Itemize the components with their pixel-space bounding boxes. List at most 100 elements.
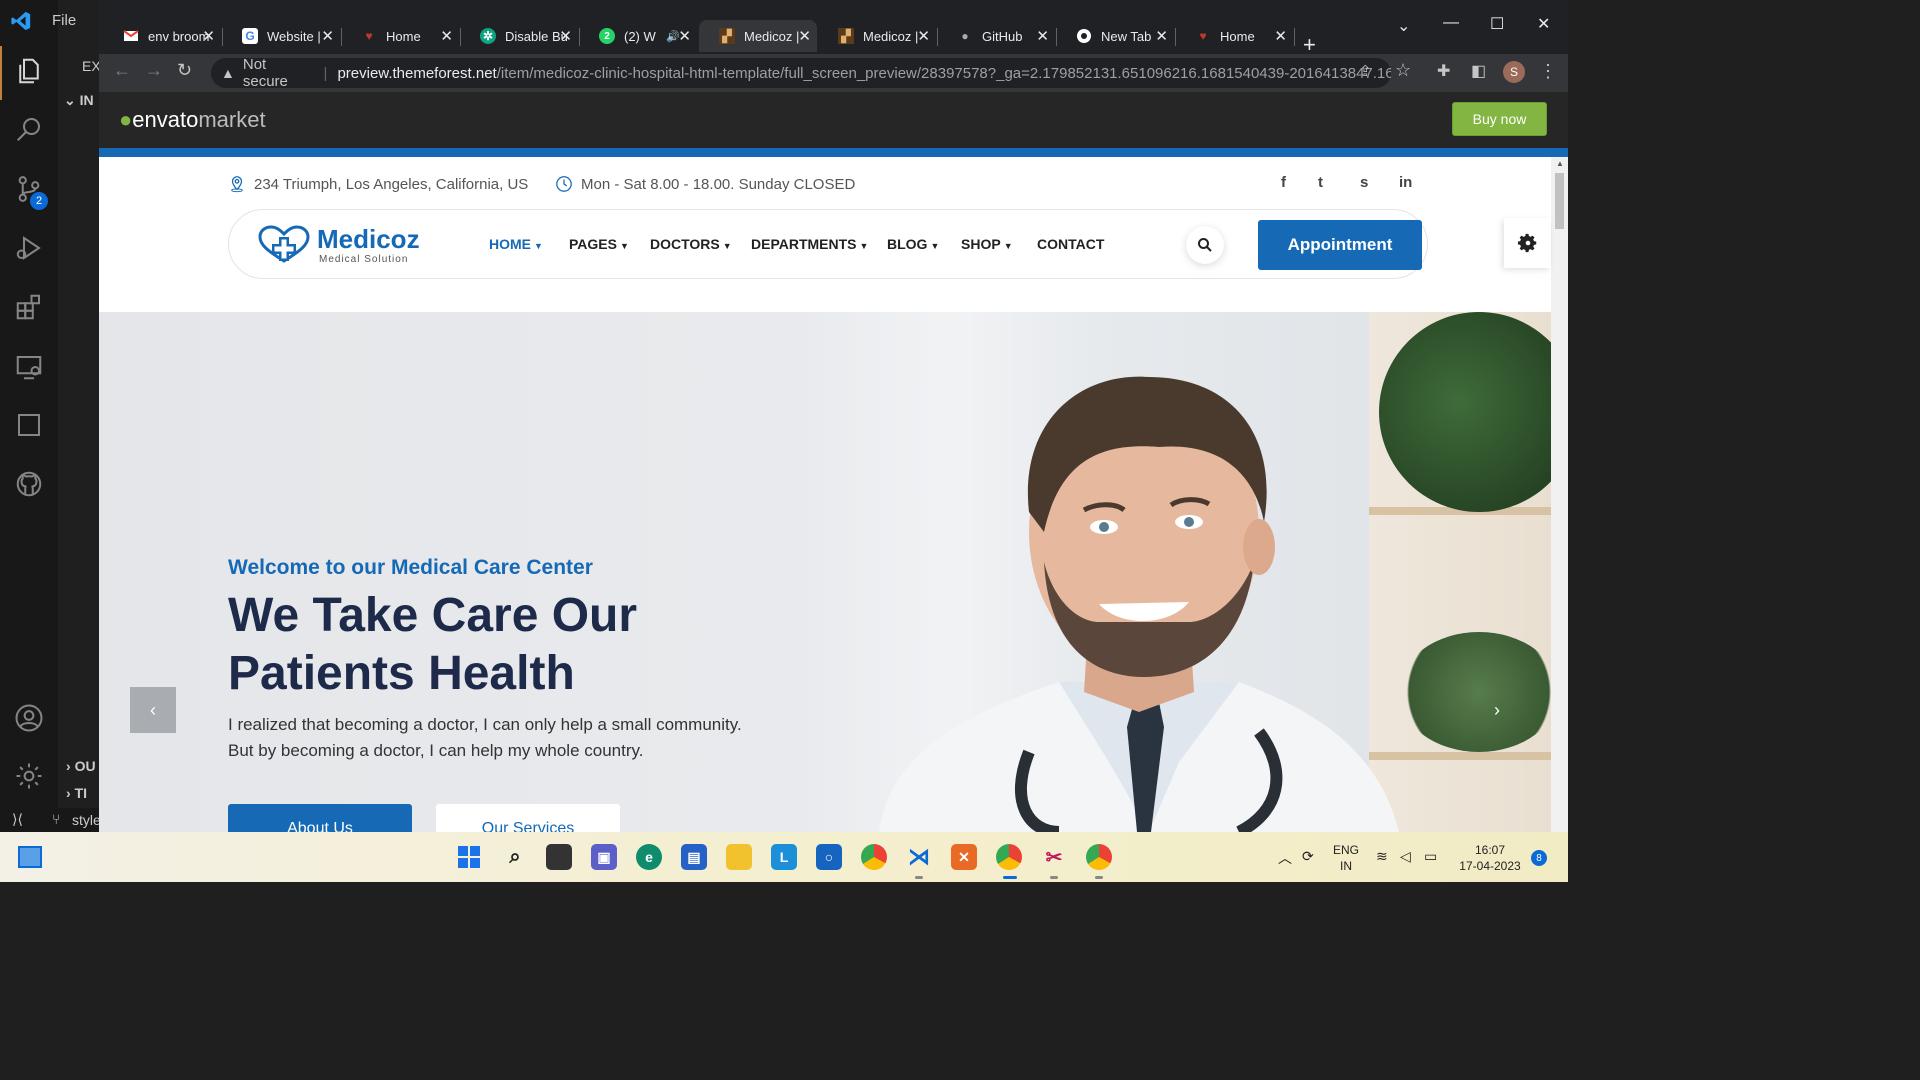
timeline-section-header[interactable]: › TI xyxy=(66,785,87,801)
nav-blog[interactable]: BLOG ▼ xyxy=(887,236,939,252)
chevron-up-icon[interactable]: ︿ xyxy=(1278,848,1292,868)
browser-tab[interactable]: ♥ Home ✕ xyxy=(1175,20,1293,52)
run-debug-icon[interactable] xyxy=(14,233,44,263)
nav-home[interactable]: HOME ▼ xyxy=(489,236,543,252)
search-icon[interactable] xyxy=(14,114,44,144)
back-arrow-icon[interactable]: ← xyxy=(113,60,131,81)
slider-prev-button[interactable]: ‹ xyxy=(130,687,176,733)
scroll-thumb[interactable] xyxy=(1555,173,1564,229)
language-indicator[interactable]: ENG IN xyxy=(1330,842,1362,874)
nav-contact[interactable]: CONTACT xyxy=(1037,236,1104,252)
wifi-icon[interactable]: ≋ xyxy=(1376,848,1388,865)
snipping-tool-icon[interactable]: ✂ xyxy=(1041,844,1067,870)
chrome-profile-icon[interactable] xyxy=(996,844,1022,870)
warning-triangle-icon[interactable]: ▲ xyxy=(221,65,235,81)
remote-explorer-icon[interactable] xyxy=(14,352,44,382)
our-services-button[interactable]: Our Services xyxy=(436,804,620,832)
linkedin-icon[interactable]: in xyxy=(1399,174,1412,191)
twitter-icon[interactable]: t xyxy=(1318,174,1323,191)
clock[interactable]: 16:07 17-04-2023 xyxy=(1452,842,1528,874)
sync-icon[interactable]: ⟳ xyxy=(1302,848,1314,865)
browser-tab[interactable]: G Website | ✕ xyxy=(222,20,340,52)
browser-tab[interactable]: ▞ Medicoz | ✕ xyxy=(818,20,936,52)
share-icon[interactable]: ⇪ xyxy=(1359,62,1372,80)
envato-logo[interactable]: ●envatomarket xyxy=(119,107,266,133)
skype-icon[interactable]: s xyxy=(1360,174,1368,191)
nav-departments[interactable]: DEPARTMENTS ▼ xyxy=(751,236,868,252)
buy-now-button[interactable]: Buy now xyxy=(1452,102,1547,136)
battery-icon[interactable]: ▭ xyxy=(1424,848,1437,865)
maximize-icon[interactable]: ☐ xyxy=(1490,14,1504,34)
teams-chat-icon[interactable]: ▣ xyxy=(591,844,617,870)
windows-start-icon[interactable] xyxy=(456,844,482,870)
about-us-button[interactable]: About Us xyxy=(228,804,412,832)
store-icon[interactable]: ▤ xyxy=(681,844,707,870)
browser-tab-active[interactable]: ▞ Medicoz | ✕ xyxy=(699,20,817,52)
browser-tab[interactable]: ● GitHub ✕ xyxy=(937,20,1055,52)
nav-pages[interactable]: PAGES ▼ xyxy=(569,236,629,252)
close-tab-icon[interactable]: ✕ xyxy=(1274,27,1287,45)
outlook-icon[interactable]: ○ xyxy=(816,844,842,870)
status-branch-name[interactable]: style xyxy=(72,812,101,828)
medicoz-cross-logo-icon[interactable] xyxy=(258,225,310,265)
outline-section-header[interactable]: › OU xyxy=(66,758,96,774)
explorer-icon[interactable] xyxy=(14,56,44,86)
close-tab-icon[interactable]: ✕ xyxy=(1036,27,1049,45)
nav-shop[interactable]: SHOP ▼ xyxy=(961,236,1013,252)
nav-doctors[interactable]: DOCTORS ▼ xyxy=(650,236,732,252)
address-bar[interactable]: ▲ Not secure | preview.themeforest.net /… xyxy=(211,56,1391,90)
close-tab-icon[interactable]: ✕ xyxy=(917,27,930,45)
search-icon[interactable]: ⌕ xyxy=(502,844,528,870)
chrome-icon[interactable] xyxy=(861,844,887,870)
scrollbar[interactable]: ▲ xyxy=(1551,157,1568,832)
reload-icon[interactable]: ↻ xyxy=(177,60,192,81)
extensions-icon[interactable] xyxy=(14,292,44,322)
close-tab-icon[interactable]: ✕ xyxy=(798,27,811,45)
vscode-menu-file[interactable]: File xyxy=(52,12,76,29)
logo-name[interactable]: Medicoz xyxy=(317,224,420,255)
remote-indicator-icon[interactable]: ⟩⟨ xyxy=(12,811,23,828)
explorer-section-header[interactable]: ⌄ IN xyxy=(64,92,94,109)
chrome-profile-icon[interactable] xyxy=(1086,844,1112,870)
security-label[interactable]: Not secure xyxy=(243,56,314,90)
extensions-puzzle-icon[interactable]: ✚ xyxy=(1437,61,1450,81)
profile-avatar[interactable]: S xyxy=(1503,61,1525,83)
volume-icon[interactable]: ◁ xyxy=(1400,848,1411,865)
browser-tab[interactable]: New Tab ✕ xyxy=(1056,20,1174,52)
close-tab-icon[interactable]: ✕ xyxy=(202,27,215,45)
browser-tab[interactable]: ✲ Disable Bu ✕ xyxy=(460,20,578,52)
settings-gear-icon[interactable] xyxy=(14,761,44,791)
vscode-taskbar-icon[interactable]: ⋊ xyxy=(906,844,932,870)
tab-search-chevron-icon[interactable]: ⌄ xyxy=(1397,16,1410,36)
bookmark-star-icon[interactable]: ☆ xyxy=(1395,60,1411,81)
xampp-icon[interactable]: ✕ xyxy=(951,844,977,870)
close-tab-icon[interactable]: ✕ xyxy=(678,27,691,45)
file-explorer-icon[interactable] xyxy=(726,844,752,870)
browser-tab[interactable]: 2 (2) W 🔊 ✕ xyxy=(579,20,697,52)
menu-kebab-icon[interactable]: ⋮ xyxy=(1539,61,1557,82)
task-view-icon[interactable] xyxy=(546,844,572,870)
minimize-icon[interactable]: — xyxy=(1443,14,1459,32)
scroll-up-arrow-icon[interactable]: ▲ xyxy=(1556,159,1564,168)
github-icon[interactable] xyxy=(14,469,44,499)
close-tab-icon[interactable]: ✕ xyxy=(440,27,453,45)
slider-next-button[interactable]: › xyxy=(1474,687,1520,733)
site-search-button[interactable] xyxy=(1186,226,1224,264)
app-l-icon[interactable]: L xyxy=(771,844,797,870)
forward-arrow-icon[interactable]: → xyxy=(145,60,163,81)
facebook-icon[interactable]: f xyxy=(1281,174,1286,191)
browser-tab[interactable]: ♥ Home ✕ xyxy=(341,20,459,52)
account-icon[interactable] xyxy=(14,703,44,733)
square-view-icon[interactable] xyxy=(14,410,44,440)
notification-badge[interactable]: 8 xyxy=(1531,850,1547,866)
settings-panel-toggle[interactable] xyxy=(1504,218,1551,268)
close-tab-icon[interactable]: ✕ xyxy=(559,27,572,45)
appointment-button[interactable]: Appointment xyxy=(1258,220,1422,270)
close-tab-icon[interactable]: ✕ xyxy=(1155,27,1168,45)
side-panel-icon[interactable]: ◧ xyxy=(1471,61,1486,81)
edge-icon[interactable]: e xyxy=(636,844,662,870)
desktop-preview-icon[interactable] xyxy=(18,846,42,868)
close-tab-icon[interactable]: ✕ xyxy=(321,27,334,45)
close-window-icon[interactable]: ✕ xyxy=(1537,14,1550,34)
browser-tab[interactable]: env broom ✕ xyxy=(103,20,221,52)
